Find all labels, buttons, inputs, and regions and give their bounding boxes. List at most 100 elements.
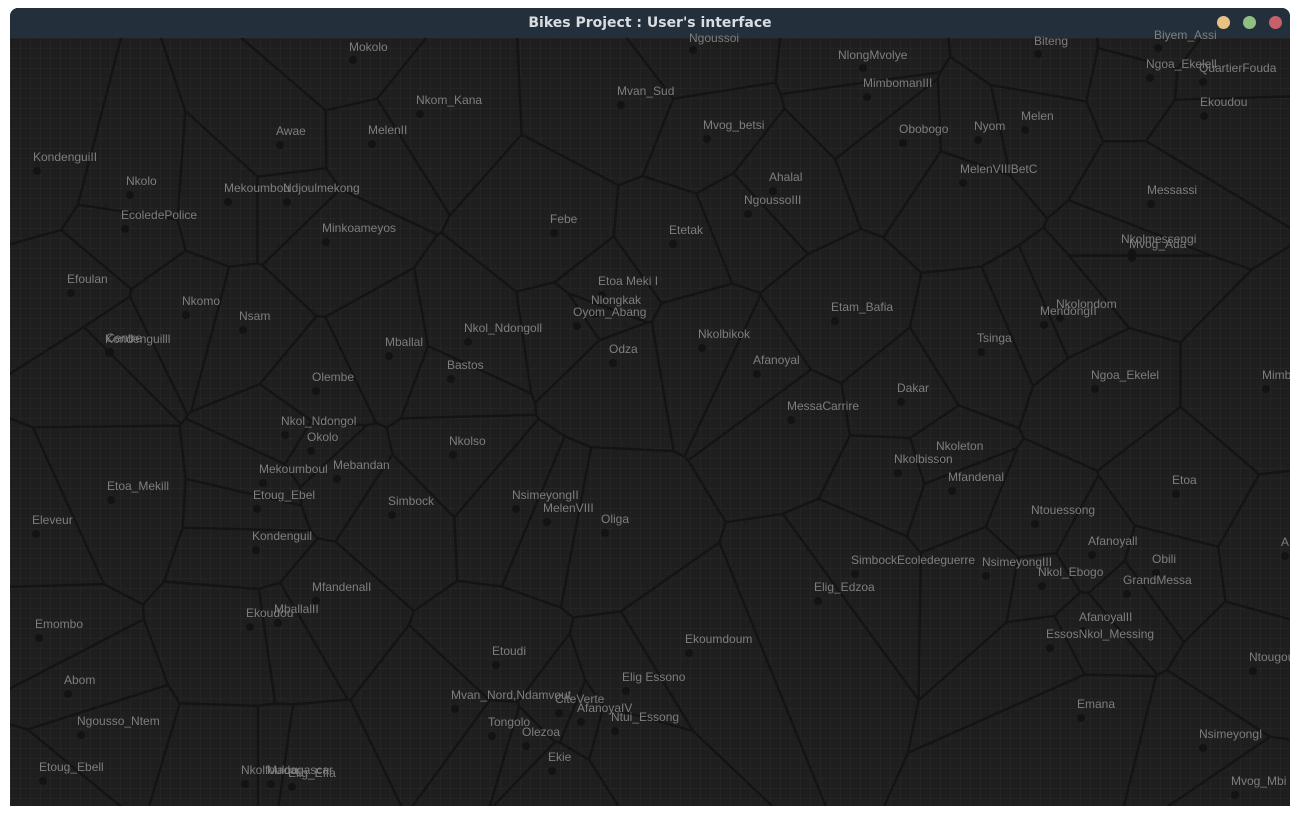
station-marker[interactable] <box>577 718 585 726</box>
station-marker[interactable] <box>1128 254 1136 262</box>
station-marker[interactable] <box>573 322 581 330</box>
station-marker[interactable] <box>267 780 275 788</box>
station-marker[interactable] <box>312 387 320 395</box>
station-marker[interactable] <box>698 344 706 352</box>
station-marker[interactable] <box>447 375 455 383</box>
station-marker[interactable] <box>859 64 867 72</box>
station-marker[interactable] <box>449 451 457 459</box>
station-marker[interactable] <box>224 198 232 206</box>
station-marker[interactable] <box>512 505 520 513</box>
station-marker[interactable] <box>609 359 617 367</box>
close-button[interactable] <box>1269 16 1282 29</box>
station-marker[interactable] <box>1046 644 1054 652</box>
station-marker[interactable] <box>121 225 129 233</box>
station-marker[interactable] <box>550 229 558 237</box>
station-marker[interactable] <box>67 289 75 297</box>
station-marker[interactable] <box>703 135 711 143</box>
station-marker[interactable] <box>1038 582 1046 590</box>
station-marker[interactable] <box>948 487 956 495</box>
station-marker[interactable] <box>281 431 289 439</box>
station-marker[interactable] <box>464 338 472 346</box>
station-marker[interactable] <box>182 311 190 319</box>
title-bar[interactable]: Bikes Project : User's interface <box>10 8 1290 38</box>
station-marker[interactable] <box>959 179 967 187</box>
station-marker[interactable] <box>814 597 822 605</box>
station-marker[interactable] <box>977 348 985 356</box>
station-marker[interactable] <box>385 352 393 360</box>
station-marker[interactable] <box>897 398 905 406</box>
station-marker[interactable] <box>274 619 282 627</box>
station-marker[interactable] <box>349 56 357 64</box>
station-marker[interactable] <box>1147 200 1155 208</box>
station-marker[interactable] <box>252 546 260 554</box>
station-marker[interactable] <box>368 140 376 148</box>
station-marker[interactable] <box>555 709 563 717</box>
station-marker[interactable] <box>333 475 341 483</box>
station-marker[interactable] <box>1281 552 1289 560</box>
station-marker[interactable] <box>543 518 551 526</box>
station-marker[interactable] <box>753 370 761 378</box>
map-canvas[interactable]: Mokolo Ngoussoi NlongMvolye Biteng Biyem_Ass… <box>10 29 1290 806</box>
station-marker[interactable] <box>33 167 41 175</box>
station-marker[interactable] <box>1172 490 1180 498</box>
station-marker[interactable] <box>622 687 630 695</box>
station-marker[interactable] <box>1199 744 1207 752</box>
station-marker[interactable] <box>1231 791 1239 799</box>
station-marker[interactable] <box>276 141 284 149</box>
station-marker[interactable] <box>1249 667 1257 675</box>
station-marker[interactable] <box>416 110 424 118</box>
station-marker[interactable] <box>1031 520 1039 528</box>
station-marker[interactable] <box>1091 385 1099 393</box>
station-marker[interactable] <box>548 767 556 775</box>
station-marker[interactable] <box>863 93 871 101</box>
station-marker[interactable] <box>974 136 982 144</box>
station-marker[interactable] <box>611 727 619 735</box>
station-marker[interactable] <box>744 210 752 218</box>
station-marker[interactable] <box>1034 50 1042 58</box>
station-marker[interactable] <box>1040 321 1048 329</box>
station-marker[interactable] <box>1154 44 1162 52</box>
station-marker[interactable] <box>1123 590 1131 598</box>
station-marker[interactable] <box>617 101 625 109</box>
station-marker[interactable] <box>1199 78 1207 86</box>
station-marker[interactable] <box>601 529 609 537</box>
station-marker[interactable] <box>1088 551 1096 559</box>
station-marker[interactable] <box>39 777 47 785</box>
station-marker[interactable] <box>1200 112 1208 120</box>
station-marker[interactable] <box>899 139 907 147</box>
station-marker[interactable] <box>126 191 134 199</box>
station-marker[interactable] <box>32 530 40 538</box>
station-marker[interactable] <box>307 447 315 455</box>
station-marker[interactable] <box>1262 385 1270 393</box>
station-marker[interactable] <box>239 326 247 334</box>
station-marker[interactable] <box>253 505 261 513</box>
station-marker[interactable] <box>322 238 330 246</box>
station-marker[interactable] <box>1146 74 1154 82</box>
station-marker[interactable] <box>246 623 254 631</box>
station-marker[interactable] <box>787 416 795 424</box>
station-marker[interactable] <box>105 349 113 357</box>
station-marker[interactable] <box>77 731 85 739</box>
station-marker[interactable] <box>241 780 249 788</box>
station-marker[interactable] <box>283 198 291 206</box>
station-marker[interactable] <box>64 690 72 698</box>
station-marker[interactable] <box>1077 714 1085 722</box>
station-marker[interactable] <box>522 742 530 750</box>
station-marker[interactable] <box>107 496 115 504</box>
station-marker[interactable] <box>851 570 859 578</box>
station-marker[interactable] <box>831 317 839 325</box>
station-marker[interactable] <box>35 634 43 642</box>
minimize-button[interactable] <box>1217 16 1230 29</box>
maximize-button[interactable] <box>1243 16 1256 29</box>
station-marker[interactable] <box>288 783 296 791</box>
station-marker[interactable] <box>894 469 902 477</box>
station-marker[interactable] <box>685 649 693 657</box>
station-marker[interactable] <box>451 705 459 713</box>
station-marker[interactable] <box>1021 126 1029 134</box>
station-marker[interactable] <box>689 46 697 54</box>
station-marker[interactable] <box>982 572 990 580</box>
station-marker[interactable] <box>492 661 500 669</box>
station-marker[interactable] <box>388 511 396 519</box>
station-marker[interactable] <box>259 479 267 487</box>
station-marker[interactable] <box>669 240 677 248</box>
